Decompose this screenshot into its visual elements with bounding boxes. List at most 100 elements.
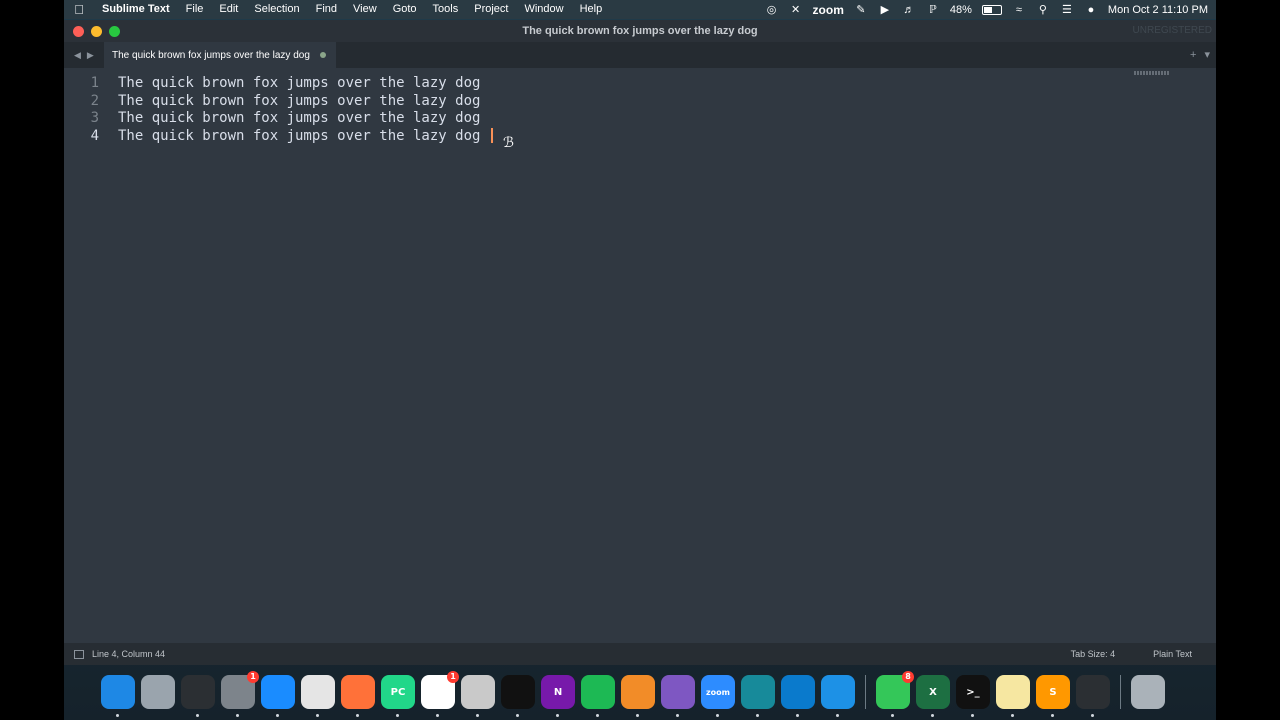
zoom-status-item[interactable]: zoom [813,3,844,17]
dock-firefox-icon[interactable] [341,675,375,717]
unsaved-dot-icon[interactable] [319,52,326,58]
volume-icon[interactable]: ♬ [902,3,916,17]
tab-document[interactable]: The quick brown fox jumps over the lazy … [104,42,336,68]
app-menu[interactable]: Sublime Text [94,0,178,19]
dock-surfshark-icon[interactable] [741,675,775,717]
dock-activity-monitor-icon[interactable] [181,675,215,717]
dock-icon-label: zoom [706,687,730,697]
running-indicator [356,714,359,717]
editor-line[interactable]: 3 The quick brown fox jumps over the laz… [64,109,1216,127]
dock-separator [865,675,866,709]
wifi-icon[interactable]: ≈ [1012,3,1026,17]
new-tab-icon[interactable]: + [1190,42,1196,68]
siri-icon[interactable]: ● [1084,3,1098,17]
tab-forward-icon[interactable]: ▶ [87,50,94,61]
dock-zoom-icon[interactable]: zoom [701,675,735,717]
editor-area[interactable]: 1 The quick brown fox jumps over the laz… [64,68,1216,643]
pen-icon[interactable]: ✎ [854,3,868,17]
dock-launchpad-icon[interactable] [141,675,175,709]
syntax-selector[interactable]: Plain Text [1153,649,1192,659]
dock-slack-icon[interactable]: 1 [421,671,459,717]
apple-menu-icon[interactable]:  [64,2,94,17]
dock-spotify-icon[interactable] [581,675,615,717]
tab-size-selector[interactable]: Tab Size: 4 [1071,649,1116,659]
title-bar[interactable]: The quick brown fox jumps over the lazy … [64,20,1216,42]
menu-tools[interactable]: Tools [425,0,467,19]
bluetooth-icon[interactable]: ℙ [926,3,940,17]
notification-badge: 1 [247,671,259,683]
menu-find[interactable]: Find [308,0,345,19]
dock-trash-icon[interactable] [1131,675,1165,709]
dock-pycharm-icon[interactable]: PC [381,675,415,717]
notification-badge: 1 [447,671,459,683]
menu-view[interactable]: View [345,0,385,19]
tab-dropdown-icon[interactable]: ▾ [1204,42,1210,68]
play-icon[interactable]: ▶ [878,3,892,17]
tab-back-icon[interactable]: ◀ [74,50,81,61]
text-caret [491,128,493,143]
dock-sublime-text-icon[interactable]: S [1036,675,1070,717]
menu-clock[interactable]: Mon Oct 2 11:10 PM [1108,4,1208,16]
dock-docker-icon[interactable] [821,675,855,717]
editor-line[interactable]: 1 The quick brown fox jumps over the laz… [64,74,1216,92]
menu-edit[interactable]: Edit [211,0,246,19]
dock-vpn-icon[interactable] [621,675,655,717]
dock-notes-icon[interactable] [996,675,1030,717]
dock-terminal-alt-icon[interactable] [501,675,535,717]
dock-excel-icon[interactable]: X [916,675,950,717]
running-indicator [556,714,559,717]
dock-icon-label: X [929,686,937,698]
dock-chrome-icon[interactable] [301,675,335,717]
running-indicator [756,714,759,717]
mute-icon[interactable]: ✕ [789,3,803,17]
running-indicator [236,714,239,717]
editor-line-current[interactable]: 4 The quick brown fox jumps over the laz… [64,127,1216,145]
menu-help[interactable]: Help [572,0,611,19]
menu-selection[interactable]: Selection [246,0,307,19]
line-text[interactable]: The quick brown fox jumps over the lazy … [118,92,480,110]
menu-goto[interactable]: Goto [385,0,425,19]
running-indicator [396,714,399,717]
tab-actions: + ▾ [1190,42,1210,68]
dock-icon-label: >_ [966,686,980,698]
running-indicator [1011,714,1014,717]
dock-vscode-icon[interactable] [781,675,815,717]
battery-icon[interactable] [981,4,1002,15]
dock-finder-alt-icon[interactable] [461,675,495,717]
line-text[interactable]: The quick brown fox jumps over the lazy … [118,109,480,127]
menu-file[interactable]: File [178,0,212,19]
dock: 1 PC 1 Nzoom 8 X >_ S [96,667,1186,717]
globe-icon[interactable]: ◎ [765,3,779,17]
dock-app-store-icon[interactable] [261,675,295,717]
letterbox-right [1216,0,1280,720]
dock-system-settings-icon[interactable]: 1 [221,671,259,717]
dock-screen-recorder-icon[interactable] [1076,675,1110,717]
tab-label: The quick brown fox jumps over the lazy … [112,49,310,61]
battery-fill [983,6,992,13]
dock-finder-icon[interactable] [101,675,135,717]
editor-line[interactable]: 2 The quick brown fox jumps over the laz… [64,92,1216,110]
menu-project[interactable]: Project [466,0,516,19]
ibeam-cursor-icon: ℬ [503,135,515,151]
panel-toggle-icon[interactable] [74,649,84,659]
line-number: 1 [90,75,99,91]
menu-window[interactable]: Window [516,0,571,19]
dock-terminal-icon[interactable]: >_ [956,675,990,717]
running-indicator [636,714,639,717]
spotlight-search-icon[interactable]: ⚲ [1036,3,1050,17]
line-number: 3 [90,110,99,126]
cursor-position: Line 4, Column 44 [92,649,166,659]
dock-onenote-icon[interactable]: N [541,675,575,717]
running-indicator [116,714,119,717]
unregistered-label: UNREGISTERED [1132,25,1212,36]
control-center-icon[interactable]: ☰ [1060,3,1074,17]
line-text[interactable]: The quick brown fox jumps over the lazy … [118,127,480,145]
dock-github-desktop-icon[interactable] [661,675,695,717]
running-indicator [676,714,679,717]
running-indicator [931,714,934,717]
dock-icon-label: N [553,686,563,698]
running-indicator [796,714,799,717]
editor-window: The quick brown fox jumps over the lazy … [64,20,1216,665]
dock-messages-icon[interactable]: 8 [876,671,914,717]
line-text[interactable]: The quick brown fox jumps over the lazy … [118,74,480,92]
